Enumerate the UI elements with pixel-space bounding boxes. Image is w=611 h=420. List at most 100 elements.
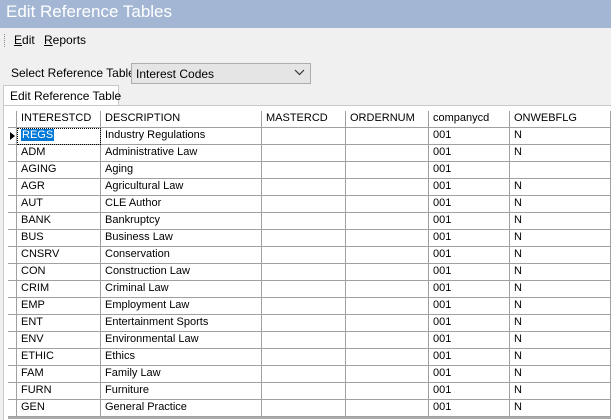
table-cell[interactable]: 001: [429, 298, 510, 315]
table-cell[interactable]: N: [510, 128, 611, 145]
table-cell[interactable]: Entertainment Sports: [101, 315, 262, 332]
table-cell[interactable]: N: [510, 213, 611, 230]
row-header[interactable]: [8, 383, 17, 400]
reference-table-dropdown[interactable]: Interest Codes: [131, 63, 311, 84]
table-cell[interactable]: [262, 145, 346, 162]
row-header[interactable]: [8, 366, 17, 383]
table-cell[interactable]: CNSRV: [17, 247, 101, 264]
table-cell[interactable]: 001: [429, 349, 510, 366]
table-cell[interactable]: [346, 264, 429, 281]
table-cell[interactable]: N: [510, 179, 611, 196]
table-row[interactable]: AGR Agricultural Law 001 N: [8, 179, 611, 196]
table-cell[interactable]: [262, 349, 346, 366]
column-header[interactable]: INTERESTCD: [17, 111, 101, 128]
table-cell[interactable]: 001: [429, 366, 510, 383]
table-cell[interactable]: [262, 128, 346, 145]
table-cell[interactable]: N: [510, 400, 611, 417]
table-cell[interactable]: [346, 298, 429, 315]
table-cell[interactable]: 001: [429, 281, 510, 298]
table-cell[interactable]: ADM: [17, 145, 101, 162]
table-cell[interactable]: CON: [17, 264, 101, 281]
column-header[interactable]: ORDERNUM: [346, 111, 429, 128]
table-cell[interactable]: [262, 162, 346, 179]
table-cell[interactable]: 001: [429, 230, 510, 247]
reference-data-grid[interactable]: INTERESTCD DESCRIPTION MASTERCD ORDERNUM com…: [8, 111, 611, 419]
table-cell[interactable]: 001: [429, 400, 510, 417]
table-cell[interactable]: N: [510, 281, 611, 298]
table-cell[interactable]: N: [510, 264, 611, 281]
table-cell[interactable]: [346, 366, 429, 383]
table-row[interactable]: ENT Entertainment Sports 001 N: [8, 315, 611, 332]
table-row[interactable]: BUS Business Law 001 N: [8, 230, 611, 247]
table-cell[interactable]: N: [510, 230, 611, 247]
table-cell[interactable]: [346, 230, 429, 247]
table-cell[interactable]: [262, 281, 346, 298]
table-cell[interactable]: [346, 349, 429, 366]
table-cell[interactable]: Administrative Law: [101, 145, 262, 162]
table-cell[interactable]: Employment Law: [101, 298, 262, 315]
table-cell[interactable]: [346, 332, 429, 349]
column-header[interactable]: ONWEBFLG: [510, 111, 611, 128]
column-header[interactable]: MASTERCD: [262, 111, 346, 128]
table-cell[interactable]: [262, 315, 346, 332]
row-header[interactable]: [8, 349, 17, 366]
table-row[interactable]: AGING Aging 001: [8, 162, 611, 179]
table-cell[interactable]: Business Law: [101, 230, 262, 247]
table-cell[interactable]: N: [510, 247, 611, 264]
row-header[interactable]: [8, 247, 17, 264]
table-cell[interactable]: Environmental Law: [101, 332, 262, 349]
table-cell[interactable]: 001: [429, 196, 510, 213]
table-row[interactable]: CON Construction Law 001 N: [8, 264, 611, 281]
table-cell[interactable]: BANK: [17, 213, 101, 230]
table-cell[interactable]: [262, 213, 346, 230]
table-cell[interactable]: ETHIC: [17, 349, 101, 366]
table-cell[interactable]: [262, 366, 346, 383]
table-cell[interactable]: [346, 162, 429, 179]
table-cell[interactable]: [346, 179, 429, 196]
table-row[interactable]: ENV Environmental Law 001 N: [8, 332, 611, 349]
table-cell[interactable]: BUS: [17, 230, 101, 247]
table-cell[interactable]: [262, 400, 346, 417]
table-cell[interactable]: N: [510, 196, 611, 213]
menu-reports[interactable]: Reports: [44, 33, 86, 47]
table-cell[interactable]: [346, 315, 429, 332]
table-cell[interactable]: AGING: [17, 162, 101, 179]
table-cell[interactable]: [346, 383, 429, 400]
table-cell[interactable]: Family Law: [101, 366, 262, 383]
table-cell[interactable]: FAM: [17, 366, 101, 383]
table-cell[interactable]: Furniture: [101, 383, 262, 400]
menu-edit[interactable]: Edit: [14, 33, 35, 47]
table-cell[interactable]: 001: [429, 383, 510, 400]
table-row[interactable]: AUT CLE Author 001 N: [8, 196, 611, 213]
tab-edit-reference-table[interactable]: Edit Reference Table: [3, 85, 121, 106]
row-header[interactable]: [8, 400, 17, 417]
table-cell[interactable]: 001: [429, 247, 510, 264]
table-cell[interactable]: [262, 264, 346, 281]
table-cell[interactable]: 001: [429, 128, 510, 145]
table-cell[interactable]: General Practice: [101, 400, 262, 417]
table-cell[interactable]: CRIM: [17, 281, 101, 298]
table-cell[interactable]: ENV: [17, 332, 101, 349]
table-cell[interactable]: N: [510, 349, 611, 366]
table-cell[interactable]: 001: [429, 162, 510, 179]
table-cell[interactable]: [346, 400, 429, 417]
table-cell[interactable]: [346, 145, 429, 162]
table-cell[interactable]: Bankruptcy: [101, 213, 262, 230]
table-cell[interactable]: [346, 247, 429, 264]
column-header[interactable]: companycd: [429, 111, 510, 128]
table-cell[interactable]: Criminal Law: [101, 281, 262, 298]
table-cell[interactable]: N: [510, 315, 611, 332]
table-row[interactable]: EMP Employment Law 001 N: [8, 298, 611, 315]
table-row[interactable]: BANK Bankruptcy 001 N: [8, 213, 611, 230]
table-row[interactable]: GEN General Practice 001 N: [8, 400, 611, 417]
table-row[interactable]: CRIM Criminal Law 001 N: [8, 281, 611, 298]
row-header[interactable]: [8, 145, 17, 162]
table-cell[interactable]: GEN: [17, 400, 101, 417]
table-cell[interactable]: N: [510, 298, 611, 315]
table-cell[interactable]: N: [510, 332, 611, 349]
row-header[interactable]: [8, 298, 17, 315]
table-cell[interactable]: [346, 196, 429, 213]
table-cell[interactable]: 001: [429, 213, 510, 230]
table-cell[interactable]: [510, 162, 611, 179]
row-header[interactable]: [8, 315, 17, 332]
